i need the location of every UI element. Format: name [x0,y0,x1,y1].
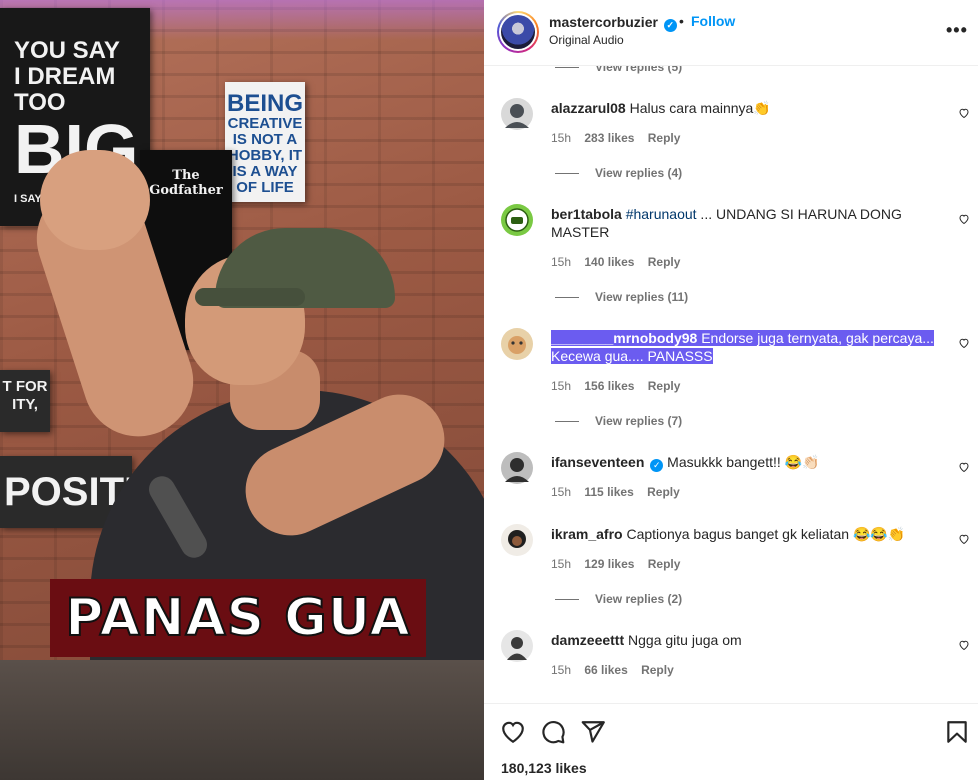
person-cap-brim [195,288,305,306]
view-replies-button[interactable]: View replies (7) [555,414,682,428]
comment-meta: 15h 283 likes Reply [551,131,690,145]
comment-time[interactable]: 15h [551,379,571,393]
reply-button[interactable]: Reply [648,131,681,145]
reply-button[interactable]: Reply [647,485,680,499]
poster-being-creative: BEING CREATIVE IS NOT A HOBBY, IT IS A W… [225,82,305,202]
avatar-image [501,15,535,49]
commenter-avatar[interactable] [501,98,533,130]
comment-username[interactable]: ber1tabola [551,206,622,222]
comment-meta: 15h 156 likes Reply [551,379,690,393]
comment-likes[interactable]: 129 likes [584,557,634,571]
commenter-avatar[interactable] [501,630,533,662]
comment-username[interactable]: alazzarul08 [551,100,626,116]
commenter-avatar[interactable] [501,328,533,360]
comment-body: ________mrnobody98 Endorse juga ternyata… [551,329,941,365]
comment-time[interactable]: 15h [551,255,571,269]
comment-likes[interactable]: 66 likes [584,663,627,677]
more-options-icon[interactable]: ••• [946,20,968,41]
poster-text: I DREAM TOO [14,63,116,116]
view-replies-button[interactable]: View replies (4) [555,166,682,180]
comment-meta: 15h 140 likes Reply [551,255,690,269]
author-avatar[interactable] [497,11,539,53]
poster-text: CREATIVE IS NOT A HOBBY, IT IS A WAY OF … [227,115,303,196]
commenter-avatar[interactable] [501,452,533,484]
view-replies-button[interactable]: View replies (5) [555,66,682,74]
avatar-image [501,204,533,236]
comment-text: Captionya bagus banget gk keliatan 😂😂👏 [626,526,906,542]
avatar-image [501,524,533,556]
comment-username[interactable]: ________mrnobody98 [551,330,698,346]
comment-time[interactable]: 15h [551,485,571,499]
like-comment-heart-icon[interactable] [958,533,970,545]
comment-body: ikram_afro Captionya bagus banget gk kel… [551,525,941,543]
poster-text: T FOR ITY, [2,378,48,413]
avatar-image [501,328,533,360]
poster-text: YOU SAY [14,37,120,64]
comment-time[interactable]: 15h [551,663,571,677]
like-comment-heart-icon[interactable] [958,639,970,651]
comment-body: ifanseventeen ✓ Masukkk bangett!! 😂👏🏻 [551,453,941,472]
comment-time[interactable]: 15h [551,557,571,571]
verified-badge-icon: ✓ [663,19,677,32]
like-comment-heart-icon[interactable] [958,107,970,119]
comment-body: damzeeettt Ngga gitu juga om [551,631,941,649]
follow-button[interactable]: Follow [691,13,735,29]
audio-link[interactable]: Original Audio [549,33,624,47]
verified-badge-icon: ✓ [650,459,664,472]
reply-button[interactable]: Reply [648,255,681,269]
like-comment-heart-icon[interactable] [958,337,970,349]
reel-video[interactable]: YOU SAY I DREAM TOO BIG I SAY YOU... SMA… [0,0,484,780]
poster-partial: T FOR ITY, [0,370,50,432]
commenter-avatar[interactable] [501,204,533,236]
comment-username[interactable]: ikram_afro [551,526,623,542]
separator-dot: • [679,13,684,29]
comment-likes[interactable]: 156 likes [584,379,634,393]
video-caption: PANAS GUA [50,579,426,657]
video-caption-text: PANAS GUA [64,587,411,649]
comment-text: Halus cara mainnya👏 [629,100,771,116]
like-comment-heart-icon[interactable] [958,213,970,225]
avatar-image [501,98,533,130]
comments-list[interactable]: View replies (5) alazzarul08 Halus cara … [484,66,978,703]
view-replies-button[interactable]: View replies (11) [555,290,688,304]
reply-button[interactable]: Reply [648,379,681,393]
person-hand [40,150,150,250]
avatar-image [501,452,533,484]
comment-text: Ngga gitu juga om [628,632,742,648]
comment-meta: 15h 115 likes Reply [551,485,690,499]
author-username[interactable]: mastercorbuzier ✓ [549,14,677,32]
comment-username[interactable]: damzeeettt [551,632,624,648]
comment-username[interactable]: ifanseventeen [551,454,644,470]
comment-likes[interactable]: 140 likes [584,255,634,269]
post-panel: mastercorbuzier ✓ • Follow Original Audi… [484,0,978,780]
comment-likes[interactable]: 115 likes [584,485,633,499]
author-username-text[interactable]: mastercorbuzier [549,14,658,30]
comment-time[interactable]: 15h [551,131,571,145]
reply-button[interactable]: Reply [641,663,674,677]
likes-count[interactable]: 180,123 likes [501,760,587,776]
poster-text: BEING [226,90,303,117]
post-header: mastercorbuzier ✓ • Follow Original Audi… [484,0,978,66]
bookmark-icon[interactable] [944,719,970,745]
view-replies-button[interactable]: View replies (2) [555,592,682,606]
post-actions: 180,123 likes [484,703,978,780]
comment-likes[interactable]: 283 likes [584,131,634,145]
like-comment-heart-icon[interactable] [958,461,970,473]
comment-meta: 15h 66 likes Reply [551,663,684,677]
comment-icon[interactable] [540,719,566,745]
comment-body: ber1tabola #harunaout ... UNDANG SI HARU… [551,205,941,241]
share-icon[interactable] [580,719,606,745]
desk [0,660,484,780]
comment-body: alazzarul08 Halus cara mainnya👏 [551,99,941,117]
comment-text: Masukkk bangett!! 😂👏🏻 [667,454,820,470]
heart-icon[interactable] [500,719,526,745]
hashtag-link[interactable]: #harunaout [626,206,697,222]
avatar-image [501,630,533,662]
poster-text: The Godfather [149,168,223,198]
commenter-avatar[interactable] [501,524,533,556]
reply-button[interactable]: Reply [648,557,681,571]
comment-meta: 15h 129 likes Reply [551,557,690,571]
